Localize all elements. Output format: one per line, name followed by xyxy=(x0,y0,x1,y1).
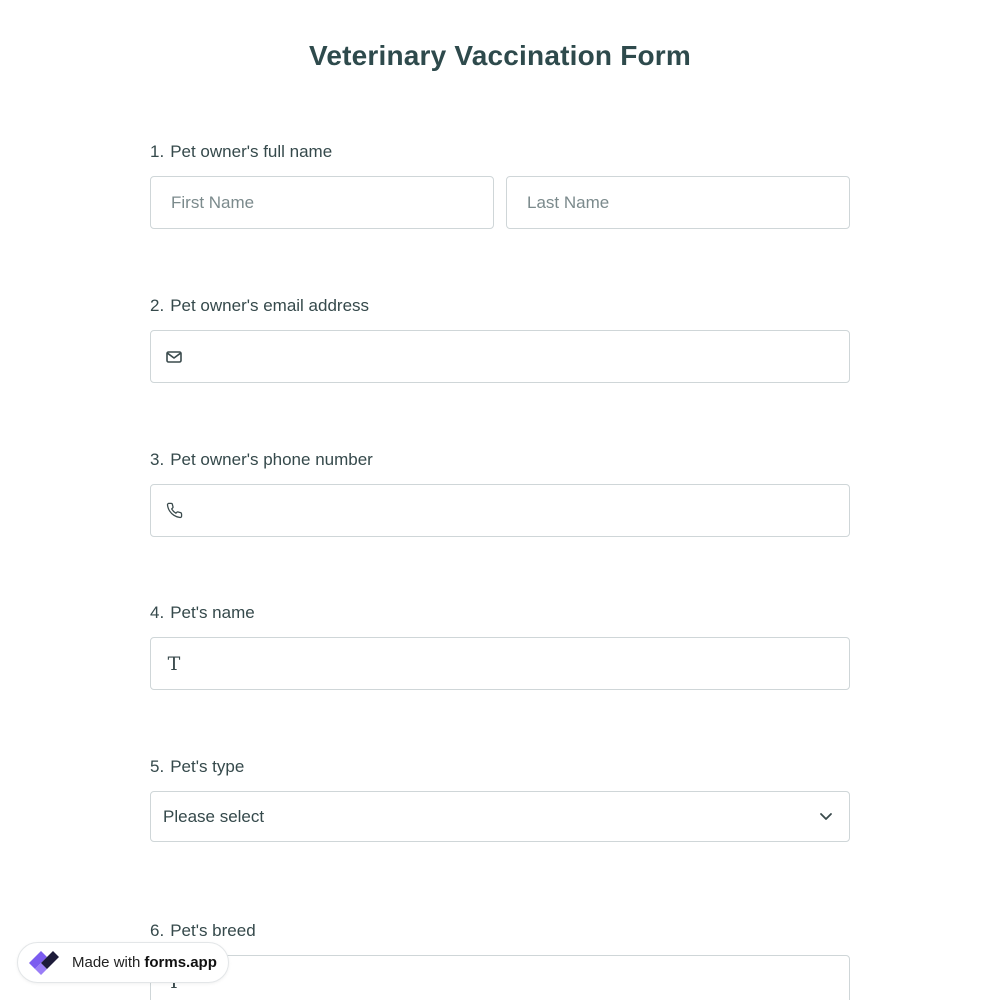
last-name-field xyxy=(506,176,850,229)
question-owner-phone: 3. Pet owner's phone number xyxy=(150,449,850,537)
question-number: 2. xyxy=(150,296,165,315)
brand-name: forms.app xyxy=(144,954,217,971)
question-text: Pet's breed xyxy=(170,921,256,940)
pet-name-input[interactable] xyxy=(151,638,849,689)
email-field xyxy=(150,330,850,383)
pet-breed-field: T xyxy=(150,955,850,1000)
question-text: Pet's type xyxy=(170,757,245,776)
pet-name-field: T xyxy=(150,637,850,690)
question-pet-breed: 6. Pet's breed T xyxy=(150,920,850,1000)
first-name-field xyxy=(150,176,494,229)
question-number: 1. xyxy=(150,142,165,161)
question-number: 6. xyxy=(150,921,165,940)
forms-app-logo-icon xyxy=(25,945,65,981)
made-with-badge[interactable]: Made with forms.app xyxy=(17,942,229,983)
question-text: Pet owner's phone number xyxy=(170,450,373,469)
question-label: 3. Pet owner's phone number xyxy=(150,449,850,471)
phone-input[interactable] xyxy=(151,485,849,536)
question-label: 4. Pet's name xyxy=(150,602,850,624)
question-number: 4. xyxy=(150,603,165,622)
pet-type-selected-value: Please select xyxy=(163,806,265,826)
chevron-down-icon xyxy=(817,808,835,826)
made-with-text: Made with forms.app xyxy=(72,954,217,971)
question-label: 5. Pet's type xyxy=(150,756,850,778)
email-input[interactable] xyxy=(151,331,849,382)
phone-field xyxy=(150,484,850,537)
pet-breed-input[interactable] xyxy=(151,956,849,1000)
question-number: 3. xyxy=(150,450,165,469)
name-row xyxy=(150,176,850,229)
question-label: 2. Pet owner's email address xyxy=(150,295,850,317)
pet-type-select[interactable]: Please select xyxy=(150,791,850,842)
question-owner-name: 1. Pet owner's full name xyxy=(150,141,850,229)
last-name-input[interactable] xyxy=(507,177,849,228)
question-number: 5. xyxy=(150,757,165,776)
question-label: 1. Pet owner's full name xyxy=(150,141,850,163)
question-owner-email: 2. Pet owner's email address xyxy=(150,295,850,383)
question-pet-type: 5. Pet's type Please select xyxy=(150,756,850,842)
question-text: Pet owner's email address xyxy=(170,296,370,315)
question-text: Pet owner's full name xyxy=(170,142,333,161)
question-label: 6. Pet's breed xyxy=(150,920,850,942)
form-title: Veterinary Vaccination Form xyxy=(309,40,691,71)
first-name-input[interactable] xyxy=(151,177,493,228)
question-pet-name: 4. Pet's name T xyxy=(150,602,850,690)
form-page: Veterinary Vaccination Form 1. Pet owner'… xyxy=(0,0,1000,1000)
question-text: Pet's name xyxy=(170,603,255,622)
